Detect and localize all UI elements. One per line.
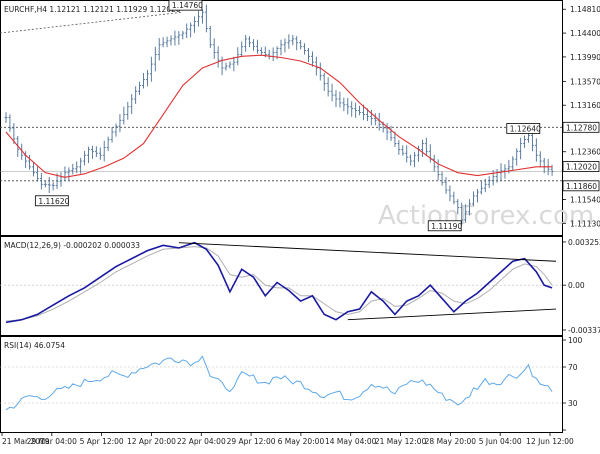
watermark: ActionForex.com [378, 201, 594, 231]
x-tick-label: 5 Jun 04:00 [479, 437, 522, 446]
x-tick-label: 6 May 20:00 [278, 437, 325, 446]
rsi-panel-frame [0, 336, 563, 433]
price-header: EURCHF,H4 1.12121 1.12121 1.11929 1.1202… [4, 5, 181, 14]
x-tick-label: 28 May 20:00 [425, 437, 477, 446]
macd-line [5, 241, 553, 324]
level-label: 1.12020 [566, 163, 597, 172]
macd-tick-label: -0.003373 [568, 326, 600, 335]
price-tick-label: 1.14810 [570, 5, 600, 14]
x-tick-label: 12 Apr 20:00 [127, 437, 176, 446]
chart-stage: ActionForex.com EURCHF,H4 1.12121 1.1212… [0, 0, 600, 450]
price-tick-label: 1.13570 [570, 77, 600, 86]
moving-average-line [5, 54, 553, 178]
price-annotation-label: 1.14760 [172, 1, 203, 10]
price-tick-label: 1.11540 [570, 195, 600, 204]
x-axis: 21 Mar 201929 Mar 04:00 5 Apr 12:00 12 Apr… [1, 432, 574, 446]
x-tick-label: 29 Apr 12:00 [227, 437, 276, 446]
price-plot: 1.14810 1.14400 1.13990 1.13570 1.13160 1.123… [0, 0, 600, 232]
rsi-plot: 100 70 30 [0, 336, 583, 431]
price-bars [4, 4, 554, 226]
rsi-tick-label: 30 [568, 399, 578, 408]
macd-tick-label: 0.003253 [568, 238, 600, 247]
macd-plot: 0.003253 0.00 -0.003373 [0, 238, 600, 335]
price-tick-label: 1.13990 [570, 53, 600, 62]
macd-header: MACD(12,26,9) -0.000202 0.000033 [4, 241, 140, 250]
price-annotation-label: 1.11620 [38, 197, 69, 206]
x-tick-label: 22 Apr 04:00 [177, 437, 226, 446]
macd-trendline [178, 242, 557, 262]
x-tick-label: 14 May 04:00 [325, 437, 377, 446]
rsi-line [5, 355, 553, 411]
level-label: 1.11860 [566, 182, 597, 191]
price-annotation-label: 1.11190 [431, 222, 462, 231]
x-tick-label: 12 Jun 12:00 [526, 437, 574, 446]
forex-chart: ActionForex.com EURCHF,H4 1.12121 1.1212… [0, 0, 600, 446]
x-tick-label: 29 Mar 04:00 [27, 437, 77, 446]
price-annotation-label: 1.12640 [510, 124, 541, 133]
price-tick-label: 1.11130 [570, 219, 600, 228]
x-tick-label: 21 May 12:00 [375, 437, 427, 446]
level-label: 1.12780 [566, 123, 597, 132]
price-tick-label: 1.14400 [570, 29, 600, 38]
price-tick-label: 1.13160 [570, 101, 600, 110]
x-tick-label: 5 Apr 12:00 [80, 437, 124, 446]
macd-tick-label: 0.00 [568, 281, 585, 290]
rsi-tick-label: 70 [568, 363, 578, 372]
trendline-dotted [0, 11, 183, 34]
price-tick-label: 1.12360 [570, 148, 600, 157]
rsi-tick-label: 100 [568, 336, 583, 345]
rsi-header: RSI(14) 46.0754 [4, 341, 65, 350]
